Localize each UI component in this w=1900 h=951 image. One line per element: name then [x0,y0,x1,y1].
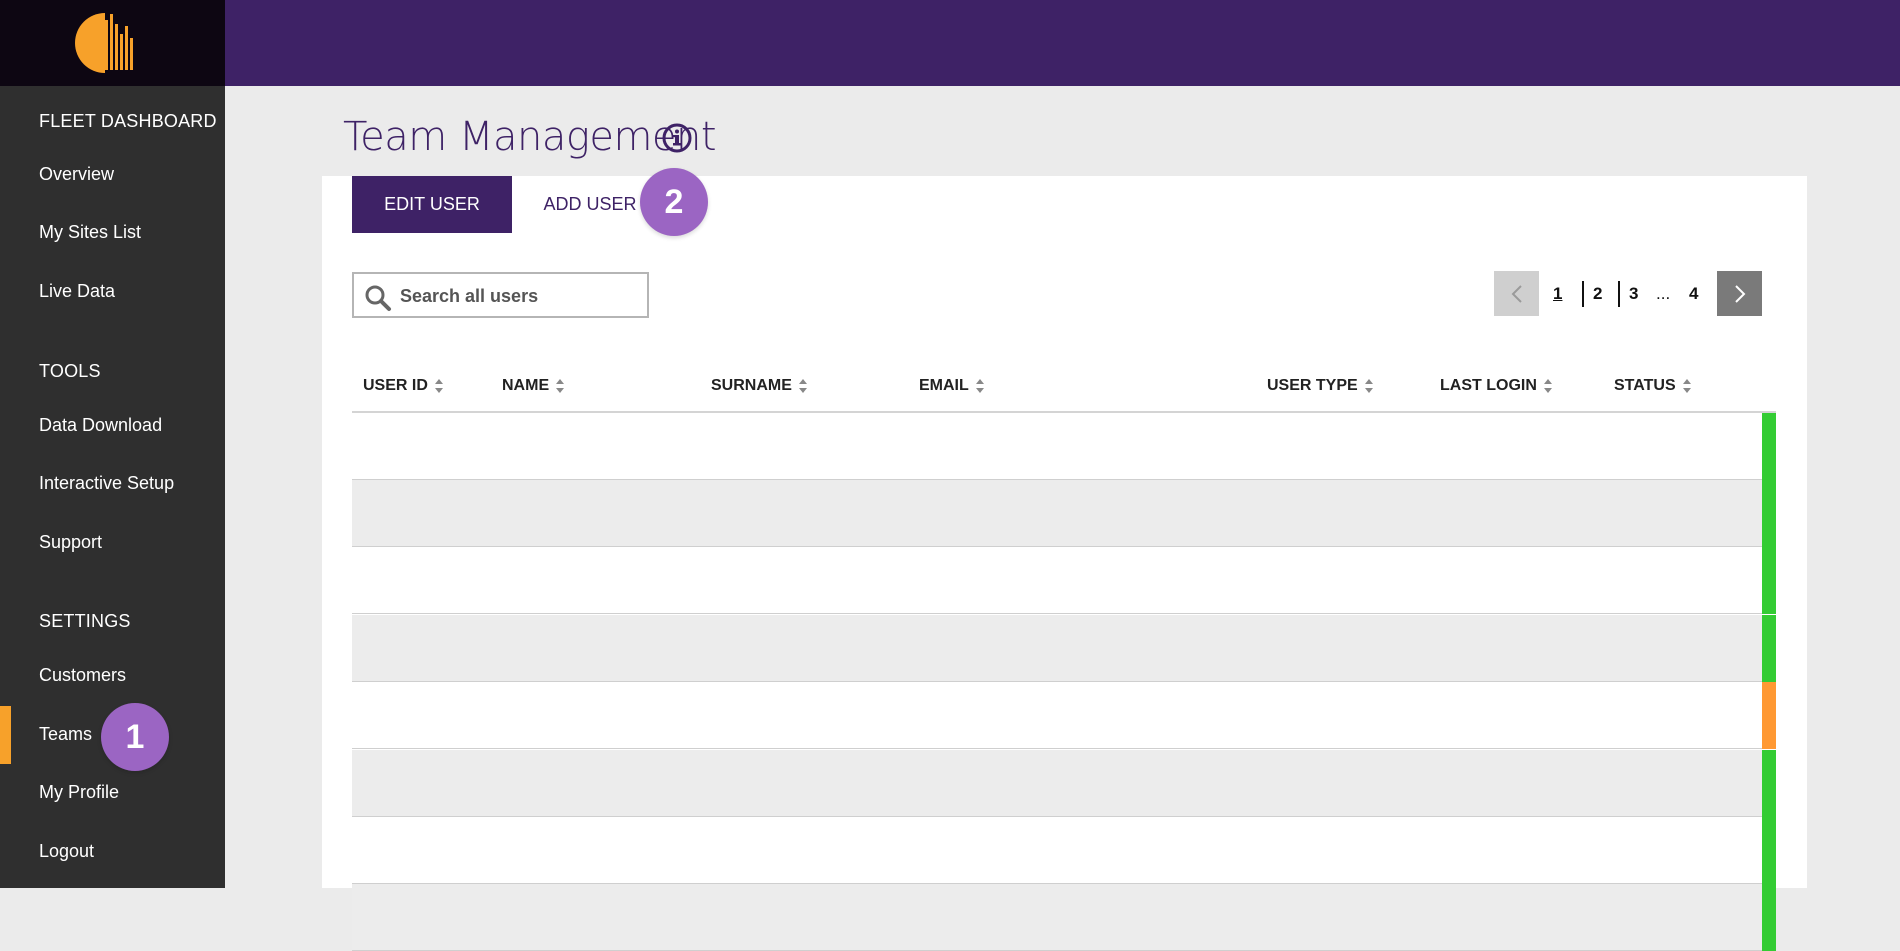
pagination-page-3[interactable]: 3 [1629,284,1638,304]
sidebar-item-overview[interactable]: Overview [0,146,225,204]
column-header-label: LAST LOGIN [1440,377,1537,394]
sidebar-item-label: Teams [39,724,93,744]
step-badge-1: 1 [101,703,169,771]
status-indicator [1762,413,1776,480]
sidebar-item-label: Support [39,532,103,552]
sort-icon [798,379,807,393]
nav-section-tools: TOOLS [39,361,101,381]
column-header-user-type[interactable]: USER TYPE [1267,377,1374,395]
pagination-next-button[interactable] [1717,271,1762,316]
sidebar-item-label: Interactive Setup [39,473,175,493]
status-indicator [1762,547,1776,614]
sort-icon [1364,379,1373,393]
sidebar-item-label: Customers [39,665,127,685]
top-header-bar [225,0,1900,86]
column-header-user-id[interactable]: USER ID [363,377,444,395]
sidebar-item-label: Data Download [39,415,163,435]
pagination-divider [1582,281,1584,307]
search-input[interactable] [398,274,642,318]
logo-icon [75,13,133,73]
nav-section-settings: SETTINGS [39,611,131,631]
table-row[interactable] [352,884,1776,951]
table-row[interactable] [352,480,1776,547]
pagination-page-4[interactable]: 4 [1689,284,1698,304]
tab-add-user[interactable]: ADD USER [532,176,648,233]
table-row[interactable] [352,817,1776,884]
sidebar-item-label: My Profile [39,782,120,802]
status-indicator [1762,750,1776,817]
status-indicator [1762,884,1776,951]
table-row[interactable] [352,682,1776,749]
pagination-page-2[interactable]: 2 [1593,284,1602,304]
sort-icon [1543,379,1552,393]
status-indicator [1762,817,1776,884]
info-icon[interactable] [661,122,693,154]
table-row[interactable] [352,615,1776,682]
pagination-prev-button[interactable] [1494,271,1539,316]
column-header-label: USER TYPE [1267,377,1358,394]
sidebar-item-live-data[interactable]: Live Data [0,263,225,321]
sidebar-item-data-download[interactable]: Data Download [0,397,225,455]
status-indicator [1762,682,1776,749]
sidebar-item-label: My Sites List [39,222,142,242]
column-header-label: NAME [502,377,550,394]
sidebar-item-label: Logout [39,841,95,861]
table-row[interactable] [352,547,1776,614]
sidebar-item-interactive-setup[interactable]: Interactive Setup [0,455,225,513]
sort-icon [1682,379,1691,393]
sidebar-item-label: Live Data [39,281,116,301]
sort-icon [434,379,443,393]
pagination-divider [1618,281,1620,307]
column-header-label: EMAIL [919,377,969,394]
column-header-status[interactable]: STATUS [1614,377,1692,395]
step-badge-2: 2 [640,168,708,236]
sidebar-item-support[interactable]: Support [0,514,225,572]
chevron-left-icon [1511,284,1522,303]
sidebar-item-label: Overview [39,164,115,184]
table-row[interactable] [352,413,1776,480]
logo[interactable] [0,0,225,86]
table-row[interactable] [352,750,1776,817]
pagination-ellipsis: ... [1656,284,1671,303]
sidebar-item-my-sites-list[interactable]: My Sites List [0,204,225,262]
nav-section-fleet-dashboard: FLEET DASHBOARD [39,111,217,131]
status-indicator [1762,615,1776,682]
search-box[interactable] [352,272,649,318]
chevron-right-icon [1734,284,1745,303]
sidebar-item-my-profile[interactable]: My Profile [0,764,225,822]
column-header-last-login[interactable]: LAST LOGIN [1440,377,1553,395]
tab-edit-user[interactable]: EDIT USER [352,176,512,233]
pagination-page-1[interactable]: 1 [1553,284,1562,304]
sidebar-item-customers[interactable]: Customers [0,647,225,705]
column-header-surname[interactable]: SURNAME [711,377,808,395]
sidebar-item-logout[interactable]: Logout [0,823,225,881]
column-header-email[interactable]: EMAIL [919,377,985,395]
sort-icon [556,379,565,393]
column-header-name[interactable]: NAME [502,377,565,395]
search-icon [365,285,391,311]
column-header-label: STATUS [1614,377,1676,394]
column-header-label: USER ID [363,377,428,394]
status-indicator [1762,480,1776,547]
column-header-label: SURNAME [711,377,792,394]
sort-icon [975,379,984,393]
